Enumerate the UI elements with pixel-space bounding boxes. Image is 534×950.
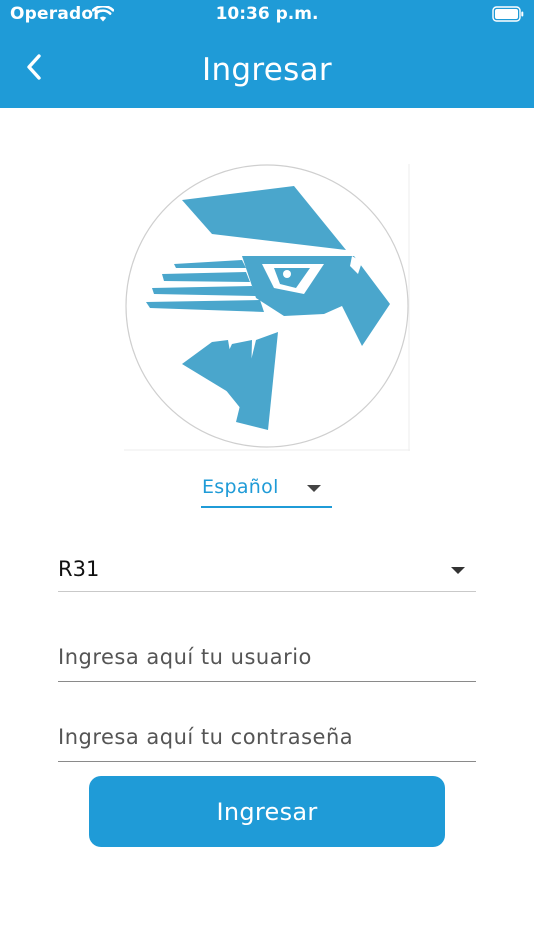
- language-select[interactable]: Español: [201, 470, 332, 508]
- eagle-head-logo: [124, 164, 410, 451]
- server-select-value: R31: [58, 557, 100, 581]
- app-header: Operador 10:36 p.m. Ingresar: [0, 0, 534, 108]
- server-select[interactable]: R31: [58, 548, 476, 592]
- login-button[interactable]: Ingresar: [89, 776, 445, 847]
- password-input[interactable]: [58, 712, 476, 762]
- status-time: 10:36 p.m.: [215, 4, 319, 24]
- page-title: Ingresar: [202, 52, 332, 88]
- caret-down-icon: [451, 567, 465, 574]
- app-logo: [124, 164, 410, 451]
- language-select-value: Español: [202, 476, 279, 498]
- battery-icon: [492, 6, 524, 22]
- caret-down-icon: [307, 485, 321, 492]
- username-input[interactable]: [58, 632, 476, 682]
- status-bar: Operador 10:36 p.m.: [0, 0, 534, 30]
